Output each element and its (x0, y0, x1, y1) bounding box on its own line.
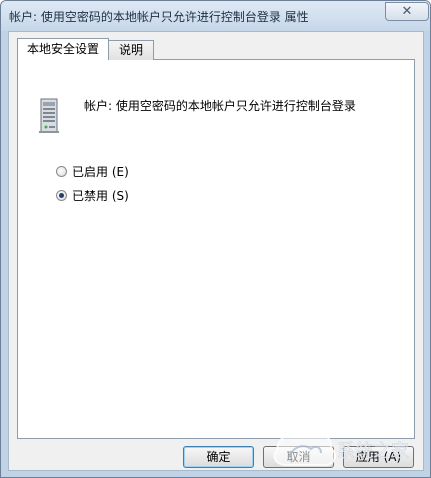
ok-button[interactable]: 确定 (183, 446, 254, 468)
cancel-button[interactable]: 取消 (263, 446, 334, 468)
enabled-radio[interactable] (56, 165, 67, 177)
close-icon: ✕ (401, 4, 413, 19)
enabled-option[interactable]: 已启用 (E) (56, 163, 129, 179)
disabled-label: 已禁用 (S) (72, 188, 129, 203)
tab-explain[interactable]: 说明 (108, 40, 154, 60)
window-title: 帐户: 使用空密码的本地帐户只允许进行控制台登录 属性 (9, 10, 309, 24)
dialog-client-area: 本地安全设置 说明 帐户: 使用空密码的本地帐户只允许进行控制台登录 已启用 (… (8, 31, 424, 471)
disabled-option[interactable]: 已禁用 (S) (56, 187, 129, 203)
tab-panel: 帐户: 使用空密码的本地帐户只允许进行控制台登录 已启用 (E) 已禁用 (S) (17, 59, 415, 439)
properties-dialog: 帐户: 使用空密码的本地帐户只允许进行控制台登录 属性 ✕ 本地安全设置 说明 … (0, 0, 431, 478)
close-button[interactable]: ✕ (385, 2, 429, 21)
disabled-radio[interactable] (56, 189, 67, 201)
server-icon (39, 98, 59, 133)
enabled-label: 已启用 (E) (72, 164, 129, 179)
apply-button[interactable]: 应用 (A) (343, 446, 414, 468)
title-bar[interactable]: 帐户: 使用空密码的本地帐户只允许进行控制台登录 属性 ✕ (1, 1, 430, 31)
policy-description: 帐户: 使用空密码的本地帐户只允许进行控制台登录 (84, 99, 356, 113)
tab-local-security-setting[interactable]: 本地安全设置 (17, 38, 109, 60)
